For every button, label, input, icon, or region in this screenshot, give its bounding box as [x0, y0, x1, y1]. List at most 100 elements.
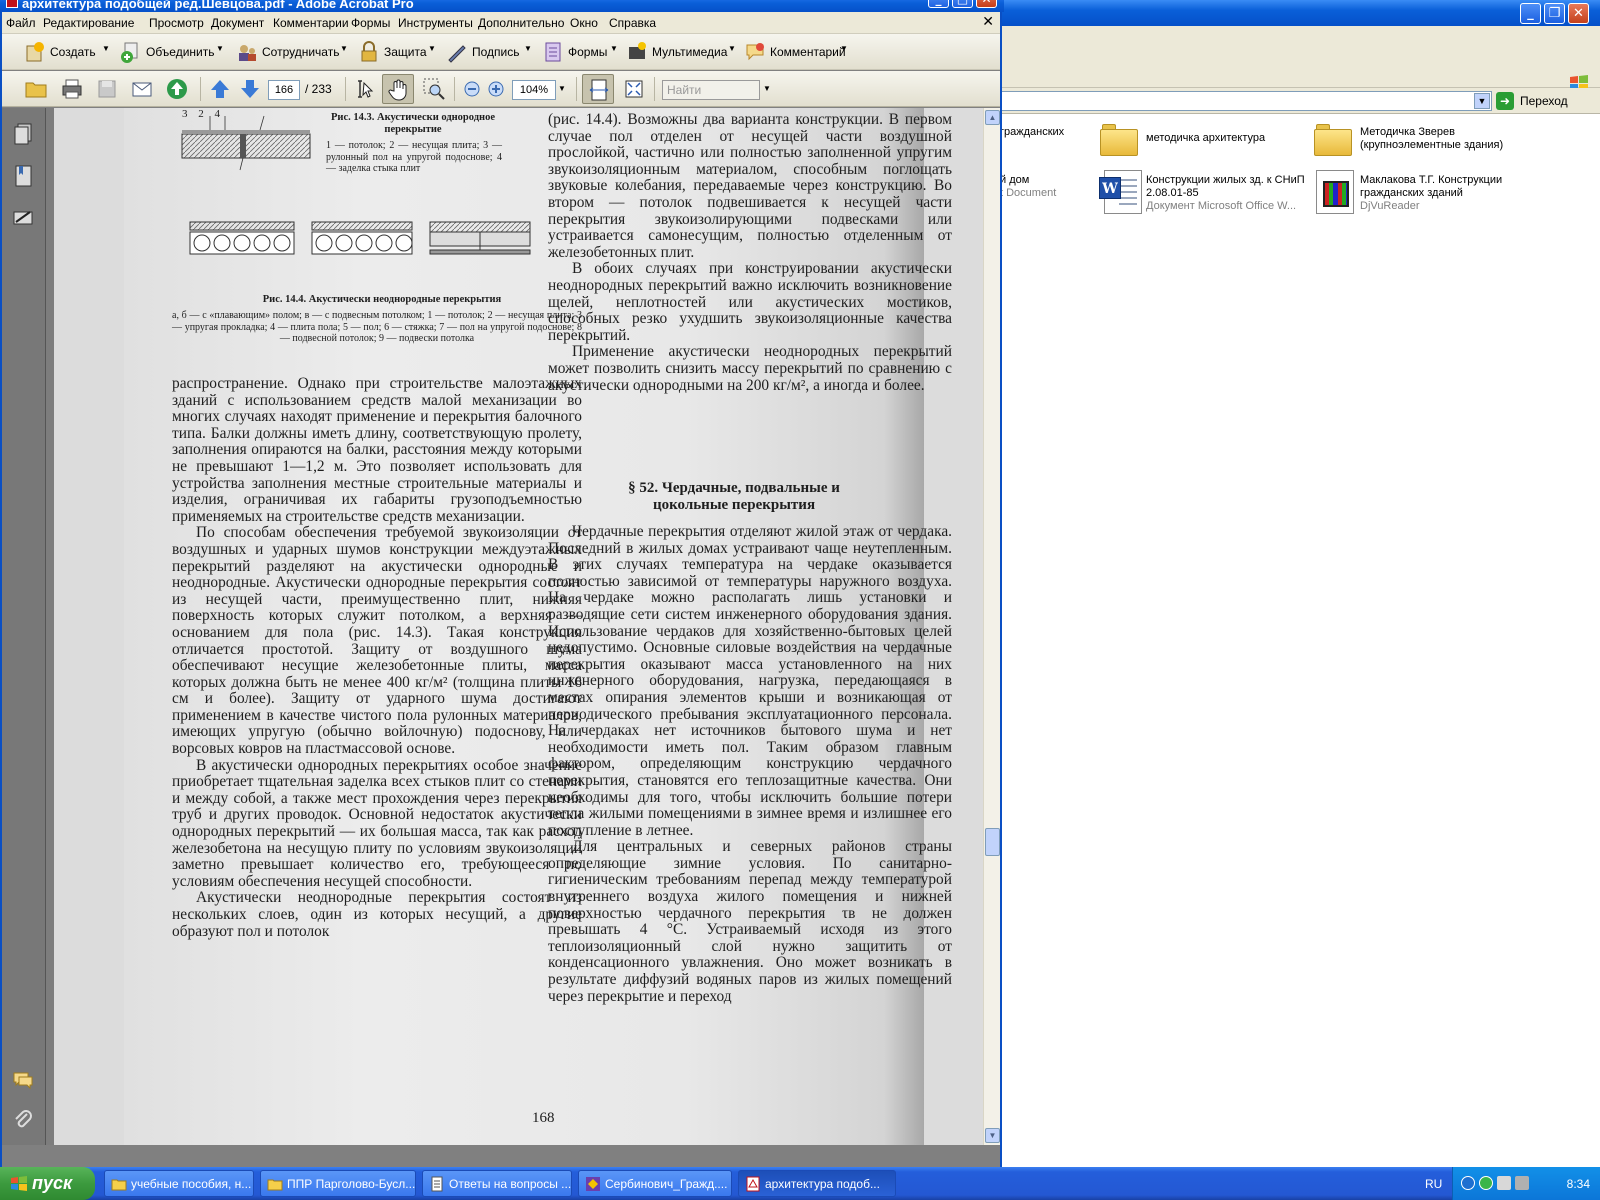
- protect-button[interactable]: Защита ▼: [358, 39, 436, 65]
- maximize-button[interactable]: □: [952, 0, 973, 8]
- multimedia-button[interactable]: Мультимедиа ▼: [626, 39, 736, 65]
- scroll-down-icon[interactable]: ▼: [985, 1128, 1000, 1143]
- taskbar-item[interactable]: Ответы на вопросы ...: [422, 1170, 572, 1197]
- sign-button[interactable]: Подпись ▼: [446, 39, 532, 65]
- scroll-up-icon[interactable]: ▲: [985, 110, 1000, 125]
- next-page-icon[interactable]: [238, 77, 262, 101]
- volume-icon[interactable]: [1515, 1176, 1529, 1190]
- upload-icon[interactable]: [165, 77, 189, 101]
- minimize-button[interactable]: _: [1520, 3, 1541, 24]
- paragraph: Для центральных и северных районов стран…: [548, 838, 952, 1005]
- page-number-input[interactable]: 166: [268, 80, 300, 100]
- chevron-down-icon: ▼: [428, 44, 436, 53]
- signatures-icon[interactable]: [12, 206, 34, 230]
- previous-page-icon[interactable]: [208, 77, 232, 101]
- menu-window[interactable]: Окно: [570, 16, 598, 30]
- zoom-out-icon[interactable]: [460, 77, 484, 101]
- zoom-in-icon[interactable]: [484, 77, 508, 101]
- create-button[interactable]: Создать ▼: [24, 39, 110, 65]
- taskbar-item[interactable]: Сербинович_Гражд....: [578, 1170, 732, 1197]
- folder-icon[interactable]: [1100, 124, 1138, 156]
- zoom-input[interactable]: 104%: [512, 80, 556, 100]
- acrobat-window: архитектура подобщей ред.Шевцова.pdf - A…: [0, 0, 1004, 1167]
- word-document-icon[interactable]: W: [1099, 170, 1142, 214]
- language-indicator[interactable]: RU: [1425, 1177, 1442, 1191]
- combine-button[interactable]: Объединить ▼: [120, 39, 226, 65]
- pdf-icon: [746, 1176, 760, 1192]
- chevron-down-icon[interactable]: ▼: [558, 84, 566, 93]
- attachments-icon[interactable]: [12, 1108, 34, 1132]
- menu-tools[interactable]: Инструменты: [398, 16, 473, 30]
- collaborate-icon: [239, 45, 256, 61]
- menu-view[interactable]: Просмотр: [149, 16, 204, 30]
- djvu-document-icon[interactable]: [1316, 170, 1354, 214]
- file-item[interactable]: Методичка Зверев (крупноэлементные здани…: [1360, 126, 1530, 152]
- file-item[interactable]: Конструкции жилых зд. к СНиП 2.08.01-85 …: [1146, 174, 1311, 213]
- paragraph: В обоих случаях при конструировании акус…: [548, 260, 952, 344]
- go-button[interactable]: ➜ Переход: [1496, 91, 1596, 111]
- forms-icon: [545, 42, 561, 62]
- menu-comments[interactable]: Комментарии: [273, 16, 349, 30]
- explorer-toolbar: [1000, 48, 1600, 92]
- taskbar-item-active[interactable]: архитектура подоб...: [738, 1170, 896, 1197]
- chevron-down-icon[interactable]: ▼: [763, 84, 771, 93]
- pages-icon[interactable]: [12, 122, 34, 146]
- chevron-down-icon: ▼: [840, 44, 848, 53]
- taskbar: пуск учебные пособия, н... ППР Парголово…: [0, 1167, 1600, 1200]
- minimize-button[interactable]: _: [928, 0, 949, 8]
- open-folder-icon[interactable]: [24, 77, 48, 101]
- folder-icon[interactable]: [1314, 124, 1352, 156]
- chevron-down-icon[interactable]: ▼: [1474, 93, 1490, 109]
- fit-width-button[interactable]: [582, 74, 614, 104]
- file-title: Методичка Зверев (крупноэлементные здани…: [1360, 126, 1504, 151]
- acrobat-app-icon: [6, 0, 18, 8]
- start-button[interactable]: пуск: [0, 1167, 95, 1200]
- explorer-titlebar: _ ❐ ✕: [1000, 0, 1600, 26]
- menubar: Файл Редактирование Просмотр Документ Ко…: [2, 12, 1000, 34]
- paragraph: В акустически однородных перекрытиях осо…: [172, 756, 582, 890]
- bookmarks-icon[interactable]: [12, 164, 34, 188]
- file-item[interactable]: методичка архитектура: [1146, 132, 1306, 145]
- scrollbar-thumb[interactable]: [985, 828, 1000, 856]
- antivirus-icon[interactable]: [1479, 1176, 1493, 1190]
- taskbar-item[interactable]: учебные пособия, н...: [104, 1170, 254, 1197]
- comments-icon[interactable]: [12, 1068, 34, 1092]
- file-item[interactable]: Маклакова Т.Г. Конструкции гражданских з…: [1360, 174, 1530, 213]
- menu-edit[interactable]: Редактирование: [43, 16, 134, 30]
- close-document-icon[interactable]: ✕: [982, 14, 994, 30]
- display-icon[interactable]: [1497, 1176, 1511, 1190]
- full-screen-icon[interactable]: [622, 77, 646, 101]
- comment-icon: [746, 43, 764, 61]
- file-item[interactable]: й дом t Document: [1000, 174, 1096, 200]
- forms-button[interactable]: Формы ▼: [542, 39, 618, 65]
- save-icon[interactable]: [95, 77, 119, 101]
- menu-forms[interactable]: Формы: [351, 16, 390, 30]
- document-view[interactable]: 3 2 4 Рис. 14.3. Акустически однородное …: [46, 108, 983, 1145]
- djvu-icon: [586, 1177, 600, 1191]
- file-item[interactable]: гражданских: [1000, 126, 1096, 139]
- menu-file[interactable]: Файл: [6, 16, 36, 30]
- hand-tool-button[interactable]: [382, 74, 414, 104]
- navigation-toolbar: 166 / 233 104% ▼ Найти ▼: [2, 71, 1000, 107]
- menu-help[interactable]: Справка: [609, 16, 656, 30]
- multimedia-icon: [629, 42, 646, 59]
- vertical-scrollbar[interactable]: ▲ ▼: [983, 108, 1000, 1145]
- text-column-left: распространение. Однако при строительств…: [172, 375, 582, 940]
- network-icon[interactable]: [1461, 1176, 1475, 1190]
- close-button[interactable]: ✕: [1568, 3, 1589, 24]
- comment-button[interactable]: Комментарий ▼: [744, 39, 856, 65]
- menu-advanced[interactable]: Дополнительно: [478, 16, 564, 30]
- explorer-window: _ ❐ ✕ ▼ ➜ Переход гражданских методичка …: [1000, 0, 1600, 1167]
- collaborate-button[interactable]: Сотрудничать ▼: [236, 39, 348, 65]
- address-field[interactable]: ▼: [1000, 91, 1492, 111]
- taskbar-item[interactable]: ППР Парголово-Бусл...: [260, 1170, 416, 1197]
- find-input[interactable]: Найти: [662, 80, 760, 100]
- marquee-zoom-icon[interactable]: [422, 77, 446, 101]
- email-icon[interactable]: [130, 77, 154, 101]
- restore-button[interactable]: ❐: [1544, 3, 1565, 24]
- combine-icon: [121, 42, 138, 63]
- select-text-icon[interactable]: [352, 77, 376, 101]
- menu-document[interactable]: Документ: [211, 16, 264, 30]
- close-button[interactable]: ✕: [976, 0, 997, 8]
- print-icon[interactable]: [60, 77, 84, 101]
